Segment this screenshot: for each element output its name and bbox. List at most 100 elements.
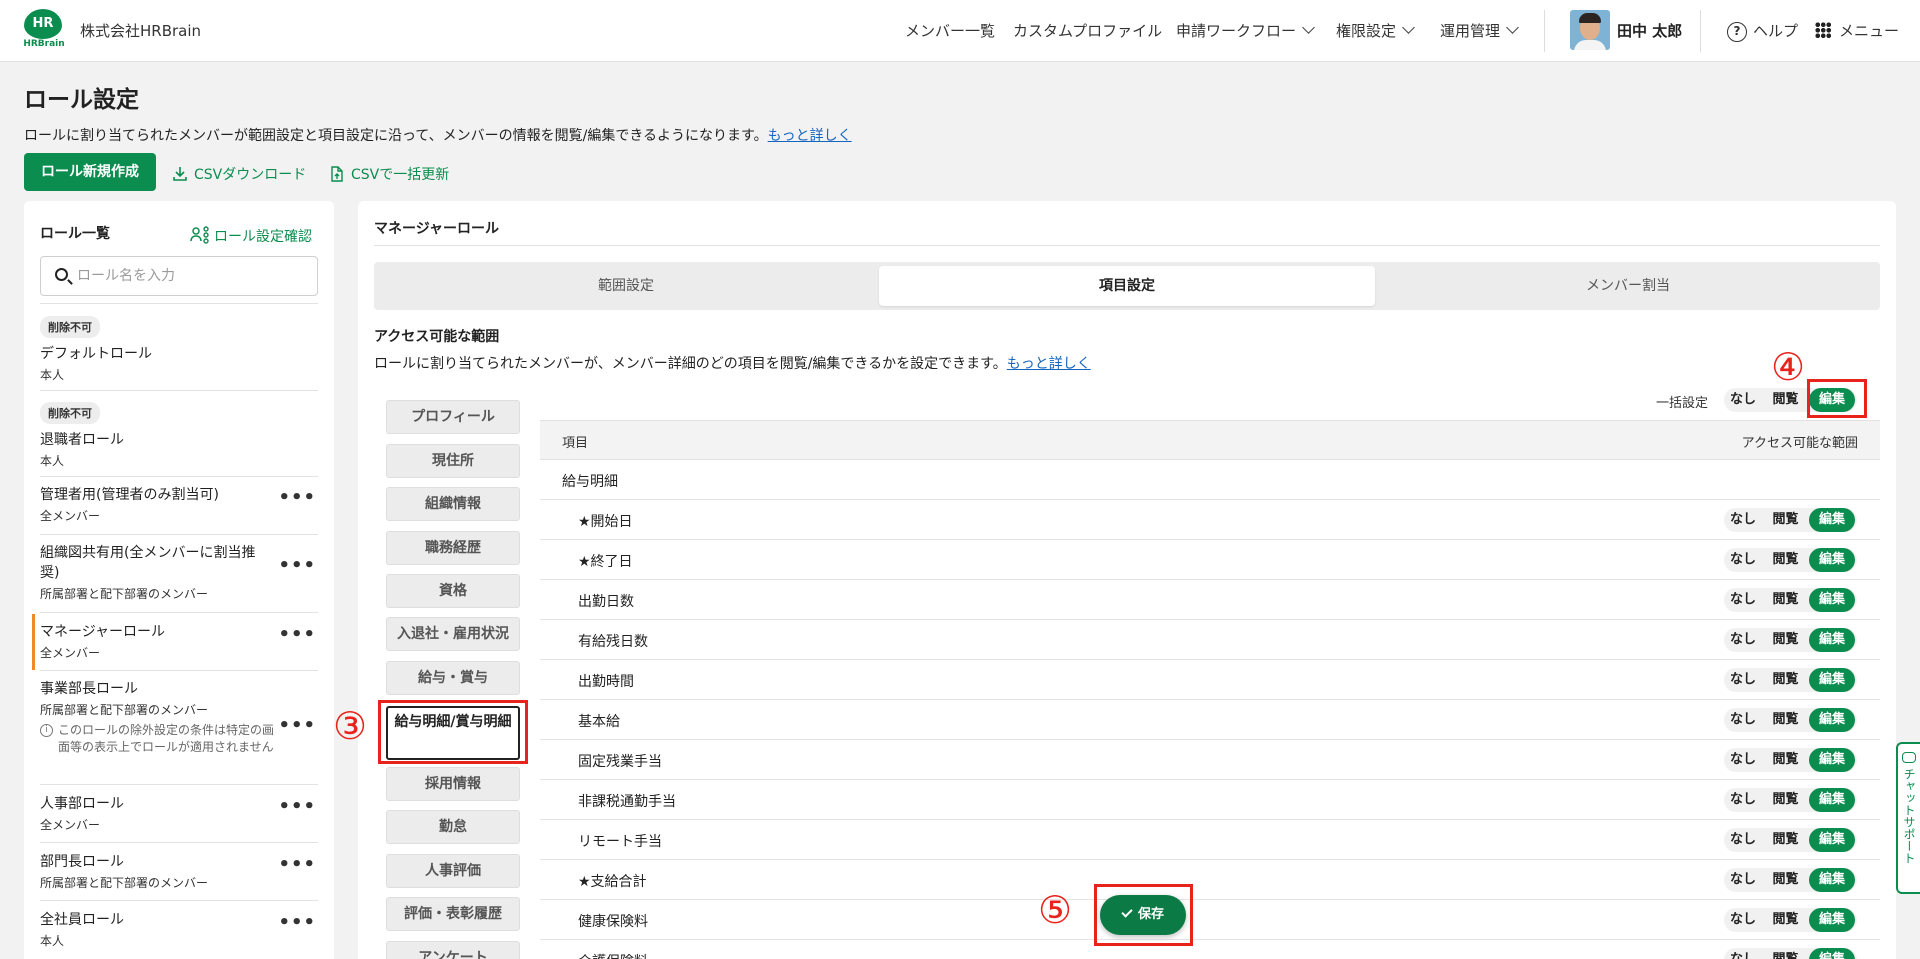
access-selector: なし閲覧編集 xyxy=(1724,508,1857,532)
role-search-input[interactable] xyxy=(77,265,307,287)
more-options-icon[interactable]: ••• xyxy=(278,854,316,875)
option-none[interactable]: なし xyxy=(1724,748,1762,772)
create-role-button[interactable]: ロール新規作成 xyxy=(24,153,156,191)
save-button[interactable]: 保存 xyxy=(1100,895,1186,935)
option-view[interactable]: 閲覧 xyxy=(1762,788,1809,812)
category-award-history[interactable]: 評価・表彰履歴 xyxy=(386,897,520,931)
option-edit[interactable]: 編集 xyxy=(1809,948,1855,959)
more-options-icon[interactable]: ••• xyxy=(278,796,316,817)
option-edit[interactable]: 編集 xyxy=(1809,908,1855,932)
option-none[interactable]: なし xyxy=(1724,908,1762,932)
category-recruitment[interactable]: 採用情報 xyxy=(386,767,520,801)
table-row: ★支給合計 なし 閲覧 編集 xyxy=(540,860,1880,900)
nav-member-list[interactable]: メンバー一覧 xyxy=(905,20,995,41)
role-item[interactable]: 全社員ロール 本人 ••• xyxy=(40,910,318,949)
option-view[interactable]: 閲覧 xyxy=(1762,908,1809,932)
option-view[interactable]: 閲覧 xyxy=(1762,748,1809,772)
more-details-link[interactable]: もっと詳しく xyxy=(1007,356,1091,372)
option-view[interactable]: 閲覧 xyxy=(1762,628,1809,652)
user-name[interactable]: 田中 太郎 xyxy=(1617,20,1682,41)
option-none[interactable]: なし xyxy=(1724,788,1762,812)
tab-member-assignment[interactable]: メンバー割当 xyxy=(1380,266,1876,306)
category-address[interactable]: 現住所 xyxy=(386,444,520,478)
option-edit[interactable]: 編集 xyxy=(1809,788,1855,812)
role-item[interactable]: 削除不可 退職者ロール 本人 xyxy=(40,402,318,469)
option-edit[interactable]: 編集 xyxy=(1809,628,1855,652)
category-organization[interactable]: 組織情報 xyxy=(386,487,520,521)
csv-update-link[interactable]: CSVで一括更新 xyxy=(329,163,449,184)
more-options-icon[interactable]: ••• xyxy=(278,715,316,736)
option-none[interactable]: なし xyxy=(1724,948,1762,959)
undeletable-badge: 削除不可 xyxy=(40,316,100,338)
option-none[interactable]: なし xyxy=(1724,388,1762,412)
option-view[interactable]: 閲覧 xyxy=(1762,948,1809,959)
role-item[interactable]: 管理者用(管理者のみ割当可) 全メンバー ••• xyxy=(40,485,318,524)
category-profile[interactable]: プロフィール xyxy=(386,400,520,434)
csv-download-link[interactable]: CSVダウンロード xyxy=(172,163,306,184)
option-view[interactable]: 閲覧 xyxy=(1762,828,1809,852)
nav-workflow[interactable]: 申請ワークフロー xyxy=(1176,20,1315,41)
role-settings-confirm-link[interactable]: ロール設定確認 xyxy=(190,223,312,246)
nav-label: メンバー一覧 xyxy=(905,22,996,40)
option-view[interactable]: 閲覧 xyxy=(1762,548,1809,572)
option-view[interactable]: 閲覧 xyxy=(1762,588,1809,612)
role-scope: 所属部署と配下部署のメンバー xyxy=(40,876,209,890)
header-divider xyxy=(1700,10,1701,52)
option-none[interactable]: なし xyxy=(1724,708,1762,732)
check-icon xyxy=(1121,906,1133,918)
option-none[interactable]: なし xyxy=(1724,668,1762,692)
option-edit[interactable]: 編集 xyxy=(1809,668,1855,692)
more-details-link[interactable]: もっと詳しく xyxy=(768,128,852,144)
option-view[interactable]: 閲覧 xyxy=(1762,388,1809,412)
role-item[interactable]: 部門長ロール 所属部署と配下部署のメンバー ••• xyxy=(40,852,318,891)
category-evaluation[interactable]: 人事評価 xyxy=(386,854,520,888)
option-none[interactable]: なし xyxy=(1724,868,1762,892)
avatar[interactable] xyxy=(1570,10,1610,50)
role-item[interactable]: 人事部ロール 全メンバー ••• xyxy=(40,794,318,833)
category-salary-bonus[interactable]: 給与・賞与 xyxy=(386,661,520,695)
option-view[interactable]: 閲覧 xyxy=(1762,868,1809,892)
option-edit[interactable]: 編集 xyxy=(1809,828,1855,852)
option-none[interactable]: なし xyxy=(1724,548,1762,572)
role-item-selected[interactable]: マネージャーロール 全メンバー ••• xyxy=(32,614,318,670)
tab-scope-settings[interactable]: 範囲設定 xyxy=(378,266,874,306)
tab-item-settings[interactable]: 項目設定 xyxy=(879,266,1375,306)
category-survey[interactable]: アンケート xyxy=(386,941,520,959)
more-options-icon[interactable]: ••• xyxy=(278,912,316,933)
more-options-icon[interactable]: ••• xyxy=(278,555,316,576)
role-search[interactable] xyxy=(40,256,318,296)
more-options-icon[interactable]: ••• xyxy=(278,487,316,508)
option-view[interactable]: 閲覧 xyxy=(1762,668,1809,692)
option-edit[interactable]: 編集 xyxy=(1809,588,1855,612)
role-item[interactable]: 削除不可 デフォルトロール 本人 xyxy=(40,316,318,383)
help-link[interactable]: ? ヘルプ xyxy=(1727,20,1798,43)
nav-custom-profile[interactable]: カスタムプロファイル xyxy=(1013,20,1162,41)
option-edit[interactable]: 編集 xyxy=(1809,748,1855,772)
table-row: ★開始日 なし 閲覧 編集 xyxy=(540,500,1880,540)
more-options-icon[interactable]: ••• xyxy=(278,624,316,645)
option-edit[interactable]: 編集 xyxy=(1809,508,1855,532)
option-none[interactable]: なし xyxy=(1724,828,1762,852)
nav-operations[interactable]: 運用管理 xyxy=(1440,20,1519,41)
role-item[interactable]: 組織図共有用(全メンバーに割当推奨) 所属部署と配下部署のメンバー ••• xyxy=(40,543,318,602)
role-name: 部門長ロール xyxy=(40,854,124,870)
option-none[interactable]: なし xyxy=(1724,588,1762,612)
hrbrain-logo[interactable]: HR HRBrain xyxy=(22,9,65,51)
role-item[interactable]: 事業部長ロール 所属部署と配下部署のメンバー i このロールの除外設定の条件は特定… xyxy=(40,679,318,756)
option-edit[interactable]: 編集 xyxy=(1809,548,1855,572)
category-attendance[interactable]: 勤怠 xyxy=(386,810,520,844)
option-edit[interactable]: 編集 xyxy=(1809,708,1855,732)
nav-permission[interactable]: 権限設定 xyxy=(1336,20,1415,41)
role-scope: 本人 xyxy=(40,368,65,382)
option-none[interactable]: なし xyxy=(1724,628,1762,652)
option-edit[interactable]: 編集 xyxy=(1809,868,1855,892)
chat-support-tab[interactable]: チャットサポート xyxy=(1896,742,1920,894)
category-qualifications[interactable]: 資格 xyxy=(386,574,520,608)
menu-button[interactable]: メニュー xyxy=(1815,20,1899,41)
option-view[interactable]: 閲覧 xyxy=(1762,708,1809,732)
section-description-text: ロールに割り当てられたメンバーが、メンバー詳細のどの項目を閲覧/編集できるかを設… xyxy=(374,356,1007,372)
category-employment[interactable]: 入退社・雇用状況 xyxy=(386,617,520,651)
option-view[interactable]: 閲覧 xyxy=(1762,508,1809,532)
option-none[interactable]: なし xyxy=(1724,508,1762,532)
category-career[interactable]: 職務経歴 xyxy=(386,531,520,565)
